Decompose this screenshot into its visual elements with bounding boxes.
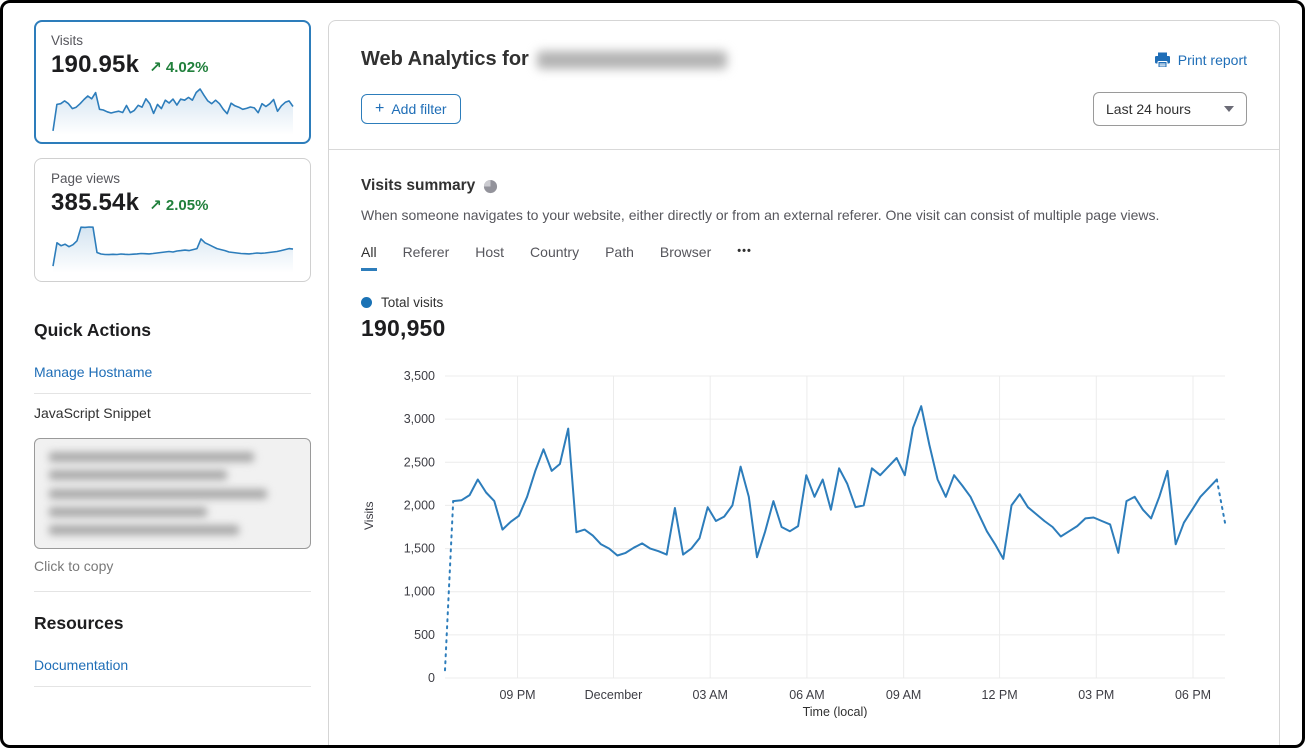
blurred-code-line: [49, 507, 207, 517]
main-header: Web Analytics for Print report +: [329, 21, 1279, 149]
total-visits-value: 190,950: [361, 315, 1247, 342]
y-axis-label: Visits: [361, 366, 377, 666]
printer-icon: [1154, 52, 1171, 68]
add-filter-button[interactable]: + Add filter: [361, 94, 461, 124]
tab-browser[interactable]: Browser: [660, 244, 711, 271]
sidebar: Visits 190.95k ↗ 4.02% Page views 385.54…: [34, 20, 311, 745]
visits-summary-section: Visits summary When someone navigates to…: [329, 150, 1279, 718]
svg-text:3,000: 3,000: [404, 412, 435, 426]
blurred-code-line: [49, 489, 267, 499]
svg-text:500: 500: [414, 628, 435, 642]
svg-text:Time (local): Time (local): [803, 705, 868, 718]
documentation-link[interactable]: Documentation: [34, 657, 128, 673]
print-report-label: Print report: [1178, 52, 1247, 68]
svg-text:03 AM: 03 AM: [692, 688, 727, 702]
divider: [34, 591, 311, 592]
trend-up-icon: ↗: [149, 197, 162, 214]
blurred-code-line: [49, 452, 254, 462]
time-range-select[interactable]: Last 24 hours: [1093, 92, 1247, 126]
page-title: Web Analytics for: [361, 48, 529, 71]
svg-text:2,500: 2,500: [404, 455, 435, 469]
blurred-code-line: [49, 525, 239, 535]
trend-up-badge: ↗ 2.05%: [149, 196, 208, 214]
metric-card-page-views[interactable]: Page views 385.54k ↗ 2.05%: [34, 158, 311, 282]
svg-text:0: 0: [428, 671, 435, 685]
resources-heading: Resources: [34, 613, 311, 634]
tab-referer[interactable]: Referer: [403, 244, 450, 271]
metric-label: Visits: [51, 33, 294, 48]
print-report-link[interactable]: Print report: [1154, 52, 1247, 68]
blurred-code-line: [49, 470, 227, 480]
add-filter-label: Add filter: [391, 101, 446, 117]
manage-hostname-link[interactable]: Manage Hostname: [34, 364, 152, 380]
chart-legend: Total visits: [361, 295, 1247, 310]
svg-text:09 AM: 09 AM: [886, 688, 921, 702]
svg-text:06 AM: 06 AM: [789, 688, 824, 702]
plus-icon: +: [375, 101, 384, 117]
metric-value: 190.95k: [51, 51, 139, 79]
tab-host[interactable]: Host: [475, 244, 504, 271]
trend-up-badge: ↗ 4.02%: [149, 58, 208, 76]
main-panel: Web Analytics for Print report +: [328, 20, 1280, 748]
metric-sparkline: [51, 221, 295, 275]
visits-chart-area: Visits 0 500 1,000 1,500 2,000 2,500 3,000 3,50…: [361, 366, 1247, 718]
caret-down-icon: [1224, 106, 1234, 112]
legend-label: Total visits: [381, 295, 443, 310]
blurred-domain: [537, 51, 727, 69]
time-range-value: Last 24 hours: [1106, 101, 1191, 117]
svg-text:2,000: 2,000: [404, 498, 435, 512]
trend-value: 4.02%: [166, 59, 209, 76]
tabs-more-icon[interactable]: •••: [737, 245, 752, 270]
legend-dot-icon: [361, 297, 372, 308]
svg-text:December: December: [585, 688, 643, 702]
quick-actions-heading: Quick Actions: [34, 320, 311, 341]
visits-summary-description: When someone navigates to your website, …: [361, 207, 1247, 223]
svg-text:12 PM: 12 PM: [982, 688, 1018, 702]
trend-up-icon: ↗: [149, 59, 162, 76]
tab-country[interactable]: Country: [530, 244, 579, 271]
svg-text:1,000: 1,000: [404, 585, 435, 599]
metric-sparkline: [51, 83, 295, 137]
tab-path[interactable]: Path: [605, 244, 634, 271]
pie-chart-icon: [483, 179, 498, 194]
click-to-copy-hint: Click to copy: [34, 558, 311, 574]
js-snippet-code-box[interactable]: [34, 438, 311, 549]
svg-text:09 PM: 09 PM: [499, 688, 535, 702]
svg-text:06 PM: 06 PM: [1175, 688, 1211, 702]
divider: [34, 393, 311, 394]
svg-text:03 PM: 03 PM: [1078, 688, 1114, 702]
tab-all[interactable]: All: [361, 244, 377, 271]
js-snippet-label: JavaScript Snippet: [34, 405, 311, 421]
metric-card-visits[interactable]: Visits 190.95k ↗ 4.02%: [34, 20, 311, 144]
metric-value: 385.54k: [51, 189, 139, 217]
trend-value: 2.05%: [166, 197, 209, 214]
visits-summary-title: Visits summary: [361, 177, 475, 195]
svg-text:3,500: 3,500: [404, 369, 435, 383]
visits-chart: 0 500 1,000 1,500 2,000 2,500 3,000 3,500 09 PM D…: [377, 366, 1233, 718]
app-window: Visits 190.95k ↗ 4.02% Page views 385.54…: [0, 0, 1305, 748]
svg-text:1,500: 1,500: [404, 542, 435, 556]
summary-tabs: All Referer Host Country Path Browser •••: [361, 244, 1247, 271]
divider: [34, 686, 311, 687]
metric-label: Page views: [51, 171, 294, 186]
